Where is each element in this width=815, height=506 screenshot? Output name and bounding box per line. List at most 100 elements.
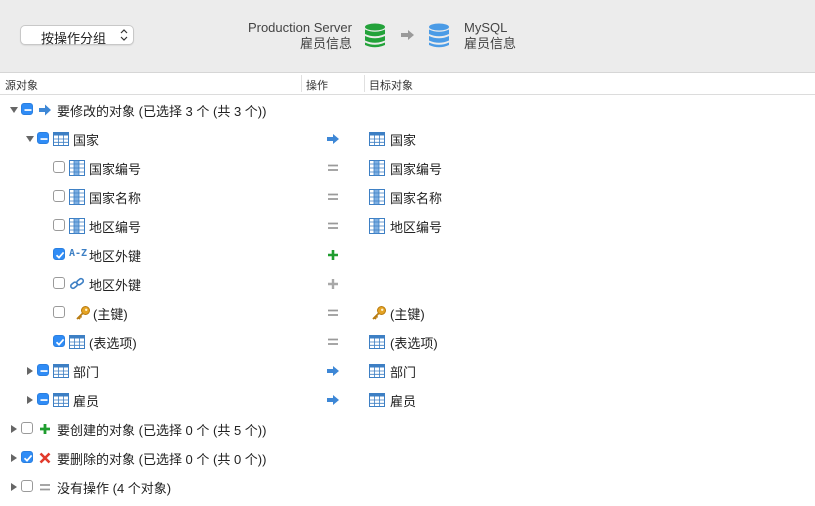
disclosure-closed-icon[interactable] [25, 366, 35, 376]
target-label: 国家名称 [390, 191, 443, 206]
foreign-key-link-icon [70, 277, 85, 290]
equal-icon [328, 164, 338, 171]
column-field-icon [369, 160, 385, 176]
source-label: (主键) [93, 307, 128, 322]
table-icon [53, 393, 69, 407]
equal-icon [40, 484, 50, 491]
table-icon [53, 364, 69, 378]
target-label: (主键) [390, 307, 425, 322]
table-icon [369, 393, 385, 407]
field-row[interactable]: 国家名称 国家名称 [0, 182, 815, 211]
field-row[interactable]: 地区编号 地区编号 [0, 211, 815, 240]
column-field-icon [69, 218, 85, 234]
equal-icon [328, 222, 338, 229]
table-row[interactable]: 国家 国家 [0, 124, 815, 153]
plus-icon [40, 424, 50, 434]
key-icon [372, 306, 386, 320]
target-database-name: 雇员信息 [464, 36, 517, 51]
group-label: 要修改的对象 (已选择 3 个 (共 3 个)) [57, 104, 267, 119]
column-header: 源对象 操作 目标对象 [0, 73, 815, 95]
checkbox-unchecked[interactable] [21, 422, 33, 434]
checkbox-mixed[interactable] [37, 132, 49, 144]
column-field-icon [69, 160, 85, 176]
table-icon [369, 132, 385, 146]
group-label: 要创建的对象 (已选择 0 个 (共 5 个)) [57, 423, 267, 438]
equal-icon [328, 309, 338, 316]
group-by-select-label: 按操作分组 [41, 31, 107, 46]
checkbox-unchecked[interactable] [53, 219, 65, 231]
column-field-icon [369, 189, 385, 205]
group-by-select[interactable]: 按操作分组 [20, 25, 134, 46]
group-label: 没有操作 (4 个对象) [57, 481, 172, 496]
group-row-no-operation[interactable]: 没有操作 (4 个对象) [0, 472, 815, 501]
target-label: 地区编号 [390, 220, 443, 235]
checkbox-mixed[interactable] [21, 103, 33, 115]
disclosure-closed-icon[interactable] [9, 424, 19, 434]
column-operation[interactable]: 操作 [306, 77, 328, 93]
column-field-icon [69, 189, 85, 205]
group-row-modify[interactable]: 要修改的对象 (已选择 3 个 (共 3 个)) [0, 95, 815, 124]
modify-arrow-icon [327, 395, 339, 405]
source-database-icon [365, 23, 385, 48]
target-database-icon [429, 23, 449, 48]
checkbox-unchecked[interactable] [21, 480, 33, 492]
source-database-name: 雇员信息 [299, 36, 352, 51]
index-az-icon: A-Z [69, 248, 88, 259]
checkbox-checked[interactable] [53, 335, 65, 347]
source-label: 国家 [73, 133, 100, 148]
disclosure-open-icon[interactable] [9, 105, 19, 115]
source-label: 地区外键 [89, 278, 142, 293]
checkbox-unchecked[interactable] [53, 306, 65, 318]
target-connection-label: MySQL 雇员信息 [464, 20, 516, 52]
plus-icon [328, 279, 338, 289]
field-row[interactable]: 国家编号 国家编号 [0, 153, 815, 182]
table-icon [369, 364, 385, 378]
source-label: 雇员 [73, 394, 100, 409]
disclosure-closed-icon[interactable] [9, 453, 19, 463]
table-row[interactable]: 雇员 雇员 [0, 385, 815, 414]
column-source[interactable]: 源对象 [5, 77, 38, 93]
target-label: 部门 [390, 365, 417, 380]
column-divider[interactable] [364, 75, 365, 92]
disclosure-closed-icon[interactable] [9, 482, 19, 492]
checkbox-mixed[interactable] [37, 364, 49, 376]
column-divider[interactable] [301, 75, 302, 92]
primary-key-row[interactable]: (主键) (主键) [0, 298, 815, 327]
source-connection-label: Production Server 雇员信息 [248, 20, 352, 52]
group-row-create[interactable]: 要创建的对象 (已选择 0 个 (共 5 个)) [0, 414, 815, 443]
checkbox-mixed[interactable] [37, 393, 49, 405]
checkbox-unchecked[interactable] [53, 277, 65, 289]
checkbox-checked[interactable] [53, 248, 65, 260]
source-label: (表选项) [89, 336, 137, 351]
foreign-key-row[interactable]: 地区外键 [0, 269, 815, 298]
checkbox-unchecked[interactable] [53, 190, 65, 202]
target-label: (表选项) [390, 336, 438, 351]
checkbox-checked[interactable] [21, 451, 33, 463]
group-label: 要删除的对象 (已选择 0 个 (共 0 个)) [57, 452, 267, 467]
target-label: 国家 [390, 133, 417, 148]
table-row[interactable]: 部门 部门 [0, 356, 815, 385]
index-row[interactable]: A-Z 地区外键 [0, 240, 815, 269]
checkbox-unchecked[interactable] [53, 161, 65, 173]
column-target[interactable]: 目标对象 [369, 77, 413, 93]
source-label: 部门 [73, 365, 100, 380]
target-label: 雇员 [390, 394, 417, 409]
group-row-delete[interactable]: 要删除的对象 (已选择 0 个 (共 0 个)) [0, 443, 815, 472]
select-updown-icon [120, 29, 128, 41]
modify-arrow-icon [327, 134, 339, 144]
key-icon [76, 306, 90, 320]
delete-x-icon [39, 452, 51, 464]
target-label: 国家编号 [390, 162, 443, 177]
equal-icon [328, 193, 338, 200]
plus-icon [328, 250, 338, 260]
table-options-row[interactable]: (表选项) (表选项) [0, 327, 815, 356]
source-server-name: Production Server [247, 20, 352, 35]
source-label: 地区外键 [89, 249, 142, 264]
disclosure-open-icon[interactable] [25, 134, 35, 144]
disclosure-closed-icon[interactable] [25, 395, 35, 405]
column-field-icon [369, 218, 385, 234]
equal-icon [328, 338, 338, 345]
source-label: 国家编号 [89, 162, 142, 177]
modify-arrow-icon [327, 366, 339, 376]
table-icon [369, 335, 385, 349]
